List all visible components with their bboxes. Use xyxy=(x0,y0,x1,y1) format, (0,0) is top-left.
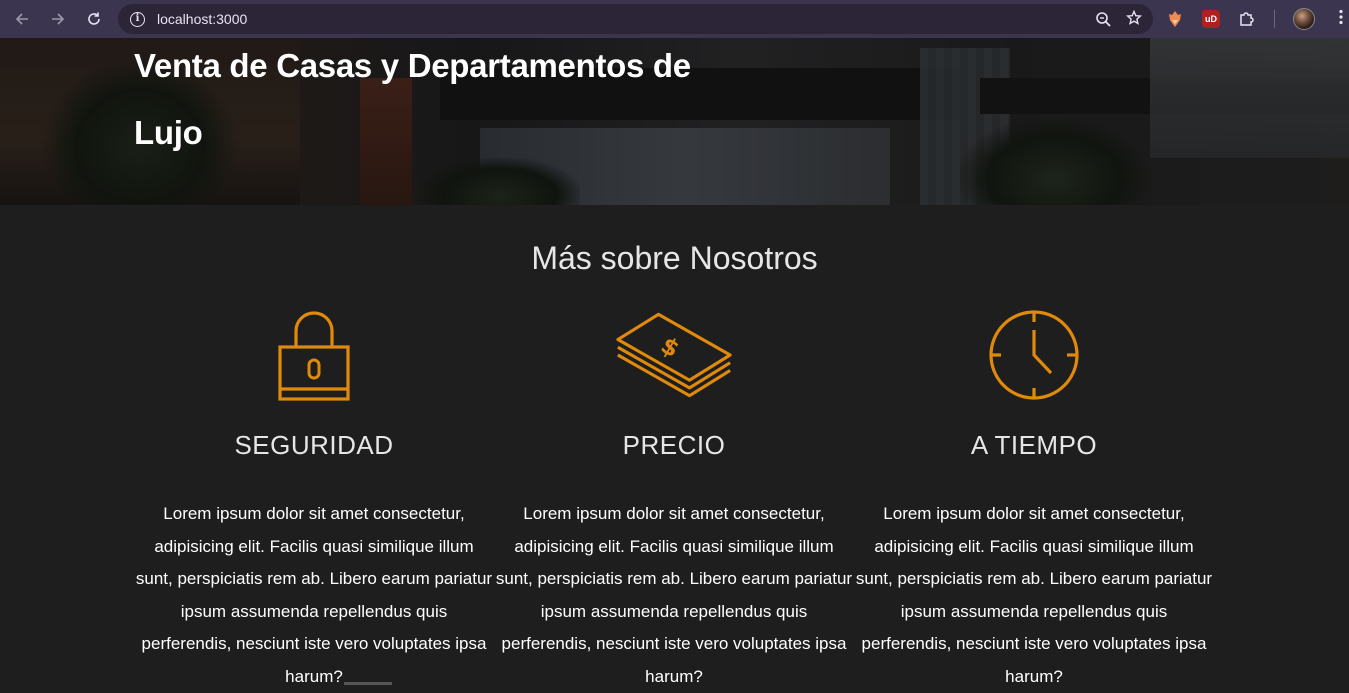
feature-title: A TIEMPO xyxy=(970,430,1098,460)
hero-title: Venta de Casas y Departamentos de Lujo xyxy=(134,47,691,151)
arrow-right-icon xyxy=(52,13,65,25)
toolbar-divider xyxy=(1274,10,1275,28)
money-stack-icon: $ xyxy=(614,305,734,405)
features-grid: SEGURIDAD Lorem ipsum dolor sit amet con… xyxy=(134,305,1214,693)
feature-title: PRECIO xyxy=(622,430,726,460)
puzzle-icon[interactable] xyxy=(1238,10,1256,28)
forward-button[interactable] xyxy=(40,0,76,38)
back-button[interactable] xyxy=(4,0,40,38)
browser-toolbar: i localhost:3000 uD xyxy=(0,0,1349,38)
star-icon[interactable] xyxy=(1125,8,1143,30)
feature-text: Lorem ipsum dolor sit amet consectetur, … xyxy=(135,504,493,686)
feature-text: Lorem ipsum dolor sit amet consectetur, … xyxy=(855,504,1213,686)
feature-text: Lorem ipsum dolor sit amet consectetur, … xyxy=(495,504,853,686)
clock-icon xyxy=(974,305,1094,405)
menu-dots-icon[interactable] xyxy=(1333,9,1349,30)
feature-card-a-tiempo: A TIEMPO Lorem ipsum dolor sit amet cons… xyxy=(854,305,1214,693)
arrow-left-icon xyxy=(15,13,28,25)
ublock-icon[interactable]: uD xyxy=(1202,10,1220,28)
hero-banner: Venta de Casas y Departamentos de Lujo xyxy=(0,38,1349,205)
reload-icon xyxy=(88,12,100,25)
address-bar[interactable]: i localhost:3000 xyxy=(118,4,1153,34)
fox-extension-icon[interactable] xyxy=(1166,10,1184,28)
feature-title: SEGURIDAD xyxy=(234,430,394,460)
zoom-icon[interactable] xyxy=(1095,8,1113,30)
section-title: Más sobre Nosotros xyxy=(531,240,818,276)
lock-icon xyxy=(254,305,374,405)
avatar[interactable] xyxy=(1293,8,1315,30)
site-info-icon[interactable]: i xyxy=(130,11,145,27)
svg-text:$: $ xyxy=(656,332,683,363)
feature-card-precio: $ PRECIO Lorem ipsum dolor sit amet cons… xyxy=(494,305,854,693)
reload-button[interactable] xyxy=(76,0,112,38)
about-section: Más sobre Nosotros SEGURIDAD Lorem ipsum… xyxy=(0,205,1349,686)
feature-card-seguridad: SEGURIDAD Lorem ipsum dolor sit amet con… xyxy=(134,305,494,693)
url-text[interactable]: localhost:3000 xyxy=(157,11,247,27)
